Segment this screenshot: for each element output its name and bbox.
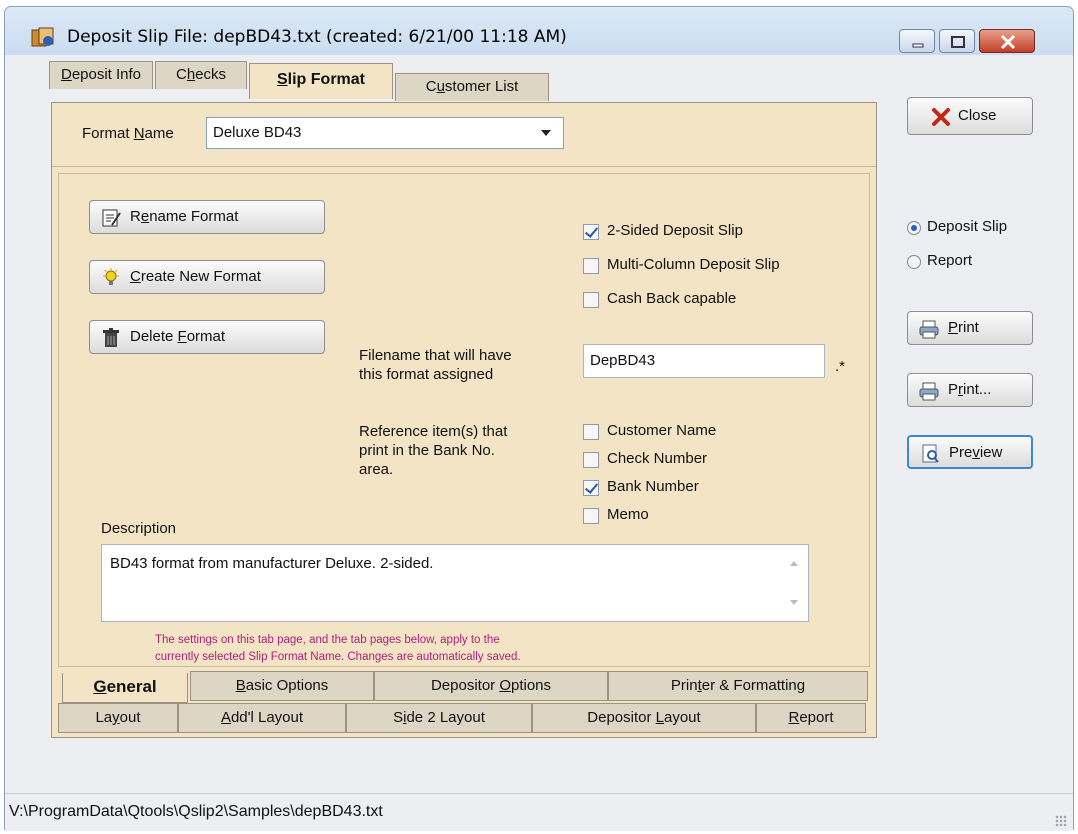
print-dialog-button[interactable]: Print... bbox=[907, 373, 1033, 407]
deposit-slip-radio-label: Deposit Slip bbox=[927, 218, 1008, 235]
subtab-printer-formatting[interactable]: Printer & Formatting bbox=[608, 671, 868, 701]
rename-format-button[interactable]: Rename Format bbox=[89, 200, 325, 234]
maximize-button[interactable] bbox=[939, 29, 975, 53]
subtab-addl-layout[interactable]: Add'l Layout bbox=[178, 703, 346, 733]
deposit-slip-radio[interactable] bbox=[907, 221, 921, 235]
delete-format-button[interactable]: Delete Format bbox=[89, 320, 325, 354]
window-title: Deposit Slip File: depBD43.txt (created:… bbox=[67, 27, 567, 47]
window-close-button[interactable] bbox=[979, 29, 1035, 53]
printer-icon bbox=[919, 320, 939, 339]
cash-back-label: Cash Back capable bbox=[607, 290, 737, 307]
check-number-checkbox[interactable] bbox=[583, 452, 599, 468]
deposit-slip-window: Deposit Slip File: depBD43.txt (created:… bbox=[4, 6, 1074, 831]
tab-checks[interactable]: Checks bbox=[155, 61, 247, 89]
customer-name-label: Customer Name bbox=[607, 422, 717, 439]
minimize-icon bbox=[912, 43, 924, 48]
scroll-up-icon[interactable] bbox=[790, 561, 798, 566]
filename-extension: .* bbox=[835, 358, 846, 375]
chevron-down-icon bbox=[541, 130, 551, 136]
cash-back-checkbox[interactable] bbox=[583, 292, 599, 308]
memo-checkbox[interactable] bbox=[583, 508, 599, 524]
customer-name-checkbox[interactable] bbox=[583, 424, 599, 440]
description-label: Description bbox=[101, 520, 177, 537]
subtab-general[interactable]: General bbox=[62, 673, 188, 703]
scroll-down-icon[interactable] bbox=[790, 600, 798, 605]
subtab-basic-options[interactable]: Basic Options bbox=[190, 671, 374, 701]
two-sided-checkbox[interactable] bbox=[583, 224, 599, 240]
close-x-icon bbox=[932, 108, 950, 126]
filename-input[interactable]: DepBD43 bbox=[583, 344, 825, 378]
client-area: Deposit Info Checks Slip Format Customer… bbox=[5, 55, 1073, 831]
check-number-label: Check Number bbox=[607, 450, 708, 467]
status-bar: V:\ProgramData\Qtools\Qslip2\Samples\dep… bbox=[5, 793, 1073, 831]
subtab-depositor-layout[interactable]: Depositor Layout bbox=[532, 703, 756, 733]
print-button[interactable]: Print bbox=[907, 311, 1033, 345]
subtab-layout[interactable]: Layout bbox=[58, 703, 178, 733]
report-radio-label: Report bbox=[927, 252, 973, 269]
general-settings-panel: Rename Format Create New Format Delete F… bbox=[58, 173, 870, 667]
format-name-value: Deluxe BD43 bbox=[213, 124, 302, 141]
bank-number-checkbox[interactable] bbox=[583, 480, 599, 496]
subtab-side2-layout[interactable]: Side 2 Layout bbox=[346, 703, 532, 733]
lightbulb-icon bbox=[103, 268, 119, 285]
subtab-depositor-options[interactable]: Depositor Options bbox=[374, 671, 608, 701]
format-name-row: Format Name Deluxe BD43 bbox=[52, 103, 876, 167]
subtab-report[interactable]: Report bbox=[756, 703, 866, 733]
settings-note: The settings on this tab page, and the t… bbox=[155, 634, 521, 663]
bank-number-label: Bank Number bbox=[607, 478, 699, 495]
close-button[interactable]: Close bbox=[907, 97, 1033, 135]
description-textarea[interactable]: BD43 format from manufacturer Deluxe. 2-… bbox=[101, 544, 809, 622]
report-radio[interactable] bbox=[907, 255, 921, 269]
tab-customer-list[interactable]: Customer List bbox=[395, 73, 549, 101]
multi-column-label: Multi-Column Deposit Slip bbox=[607, 256, 780, 273]
tab-slip-format[interactable]: Slip Format bbox=[249, 63, 393, 99]
title-bar[interactable]: Deposit Slip File: depBD43.txt (created:… bbox=[5, 7, 1073, 55]
tab-deposit-info[interactable]: Deposit Info bbox=[49, 61, 153, 89]
description-text: BD43 format from manufacturer Deluxe. 2-… bbox=[110, 555, 434, 572]
two-sided-label: 2-Sided Deposit Slip bbox=[607, 222, 743, 239]
slip-format-panel: Format Name Deluxe BD43 Rename Format Cr… bbox=[51, 102, 877, 738]
printer-icon bbox=[919, 382, 939, 401]
status-file-path: V:\ProgramData\Qtools\Qslip2\Samples\dep… bbox=[9, 803, 383, 820]
rename-icon bbox=[102, 209, 121, 227]
close-x-icon bbox=[1000, 34, 1016, 50]
resize-grip[interactable] bbox=[1055, 815, 1067, 827]
maximize-icon bbox=[951, 36, 965, 48]
app-icon bbox=[31, 27, 54, 47]
preview-icon bbox=[922, 444, 939, 463]
preview-button[interactable]: Preview bbox=[907, 435, 1033, 469]
create-new-format-button[interactable]: Create New Format bbox=[89, 260, 325, 294]
minimize-button[interactable] bbox=[899, 29, 935, 53]
multi-column-checkbox[interactable] bbox=[583, 258, 599, 274]
format-name-dropdown[interactable]: Deluxe BD43 bbox=[206, 117, 564, 149]
memo-label: Memo bbox=[607, 506, 649, 523]
filename-label: Filename that will have this format assi… bbox=[359, 347, 512, 383]
reference-items-label: Reference item(s) that print in the Bank… bbox=[359, 423, 508, 478]
trash-icon bbox=[103, 328, 119, 347]
format-name-label: Format Name bbox=[82, 125, 174, 142]
